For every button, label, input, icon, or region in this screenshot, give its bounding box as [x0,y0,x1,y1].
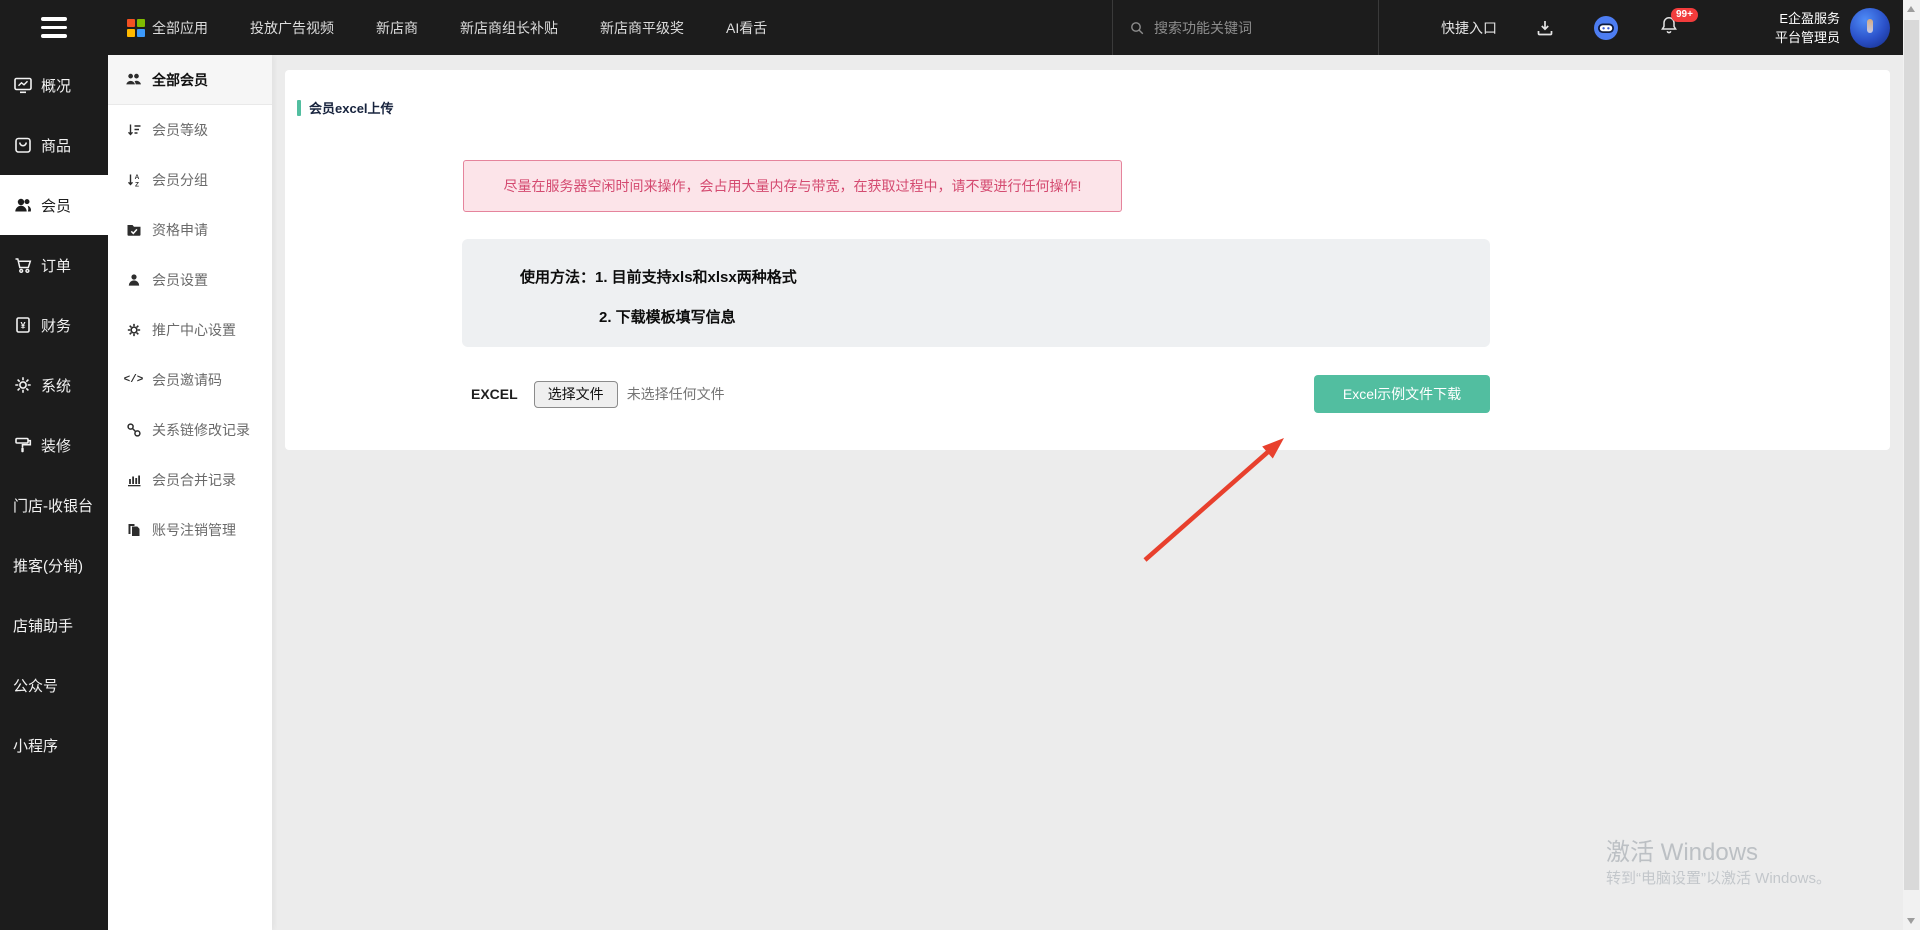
topbar: 全部应用 投放广告视频 新店商 新店商组长补贴 新店商平级奖 AI看舌 快捷入口 [0,0,1920,55]
excel-sample-download-button[interactable]: Excel示例文件下载 [1314,375,1490,413]
qualification-icon [125,222,142,238]
submenu-item-all-members[interactable]: 全部会员 [108,55,272,105]
notifications-bell[interactable]: 99+ [1659,15,1679,40]
excel-upload-row: EXCEL 选择文件 未选择任何文件 [471,375,725,413]
usage-line-2: 2. 下载模板填写信息 [599,306,1490,327]
svg-text:A: A [134,174,139,181]
submenu-item-member-level[interactable]: 会员等级 [108,105,272,155]
submenu-item-promotion-settings[interactable]: 推广中心设置 [108,305,272,355]
sidebar-item-store-pos[interactable]: 门店-收银台 [0,475,108,535]
member-submenu: 全部会员 会员等级 A Z 会员分组 资格申请 [108,55,272,930]
sidebar-item-decorate[interactable]: 装修 [0,415,108,475]
sidebar-item-members[interactable]: 会员 [0,175,108,235]
svg-text:Z: Z [135,181,139,188]
promotion-settings-icon [125,322,142,338]
usage-instructions: 使用方法：1. 目前支持xls和xlsx两种格式 2. 下载模板填写信息 [462,239,1490,347]
scroll-up-arrow[interactable] [1907,6,1915,12]
sidebar-item-shop-assistant[interactable]: 店铺助手 [0,595,108,655]
choose-file-button[interactable]: 选择文件 [534,381,618,408]
member-settings-icon [125,272,142,288]
topbar-nav: 全部应用 投放广告视频 新店商 新店商组长补贴 新店商平级奖 AI看舌 [108,18,767,38]
avatar[interactable] [1850,8,1890,48]
search-icon [1129,20,1145,36]
member-level-icon [125,122,142,138]
relation-chain-icon [125,422,142,438]
merge-record-icon [125,472,142,488]
orders-icon [13,255,33,275]
usage-line-1: 使用方法：1. 目前支持xls和xlsx两种格式 [520,266,1490,287]
watermark-line-2: 转到“电脑设置”以激活 Windows。 [1606,868,1831,890]
nav-new-shop[interactable]: 新店商 [376,18,418,38]
decorate-icon [13,435,33,455]
windows-watermark: 激活 Windows 转到“电脑设置”以激活 Windows。 [1606,838,1831,890]
page-title: 会员excel上传 [297,98,394,117]
user-info[interactable]: E企盈服务 平台管理员 [1775,9,1840,47]
company-name: E企盈服务 [1775,9,1840,28]
nav-all-apps[interactable]: 全部应用 [127,18,208,38]
goods-icon [13,135,33,155]
search-box [1112,0,1379,55]
upload-card: 会员excel上传 尽量在服务器空闲时间来操作，会占用大量内存与带宽，在获取过程… [285,70,1890,450]
submenu-item-qualification[interactable]: 资格申请 [108,205,272,255]
system-icon [13,375,33,395]
overview-icon [13,75,33,95]
user-role: 平台管理员 [1775,28,1840,47]
scroll-down-arrow[interactable] [1907,918,1915,924]
watermark-line-1: 激活 Windows [1606,838,1831,868]
nav-ai-tongue[interactable]: AI看舌 [726,18,767,38]
sidebar-item-distribution[interactable]: 推客(分销) [0,535,108,595]
file-status-text: 未选择任何文件 [627,384,725,404]
scrollbar-thumb[interactable] [1904,20,1919,890]
primary-sidebar: 概况 商品 会员 订单 ¥ 财务 系统 [0,55,108,930]
title-accent-bar [297,100,301,116]
main-content: 会员excel上传 尽量在服务器空闲时间来操作，会占用大量内存与带宽，在获取过程… [272,55,1903,930]
finance-icon: ¥ [13,315,33,335]
submenu-item-member-settings[interactable]: 会员设置 [108,255,272,305]
sidebar-item-system[interactable]: 系统 [0,355,108,415]
assistant-robot-icon[interactable] [1593,15,1619,41]
sidebar-item-mini-program[interactable]: 小程序 [0,715,108,775]
excel-label: EXCEL [471,386,518,402]
svg-text:¥: ¥ [20,321,25,331]
quick-entry-link[interactable]: 快捷入口 [1441,18,1497,38]
sidebar-item-official-account[interactable]: 公众号 [0,655,108,715]
download-icon[interactable] [1535,18,1555,38]
invite-code-icon: </> [125,374,142,386]
submenu-item-member-group[interactable]: A Z 会员分组 [108,155,272,205]
account-cancel-icon [125,522,142,538]
members-icon [13,195,33,215]
warning-banner: 尽量在服务器空闲时间来操作，会占用大量内存与带宽，在获取过程中，请不要进行任何操… [463,160,1122,212]
search-input[interactable] [1154,20,1344,36]
sidebar-item-overview[interactable]: 概况 [0,55,108,115]
nav-ad-video[interactable]: 投放广告视频 [250,18,334,38]
nav-label: 全部应用 [152,18,208,38]
submenu-item-merge-record[interactable]: 会员合并记录 [108,455,272,505]
hamburger-menu-icon[interactable] [0,0,108,55]
member-group-icon: A Z [125,172,142,188]
nav-peer-award[interactable]: 新店商平级奖 [600,18,684,38]
all-members-icon [125,71,142,88]
nav-leader-subsidy[interactable]: 新店商组长补贴 [460,18,558,38]
submenu-item-invite-code[interactable]: </> 会员邀请码 [108,355,272,405]
sidebar-item-finance[interactable]: ¥ 财务 [0,295,108,355]
apps-grid-icon [127,19,145,37]
sidebar-item-orders[interactable]: 订单 [0,235,108,295]
vertical-scrollbar[interactable] [1903,0,1920,930]
sidebar-item-goods[interactable]: 商品 [0,115,108,175]
submenu-item-account-cancel[interactable]: 账号注销管理 [108,505,272,555]
submenu-item-relation-chain[interactable]: 关系链修改记录 [108,405,272,455]
notification-badge: 99+ [1671,8,1698,22]
